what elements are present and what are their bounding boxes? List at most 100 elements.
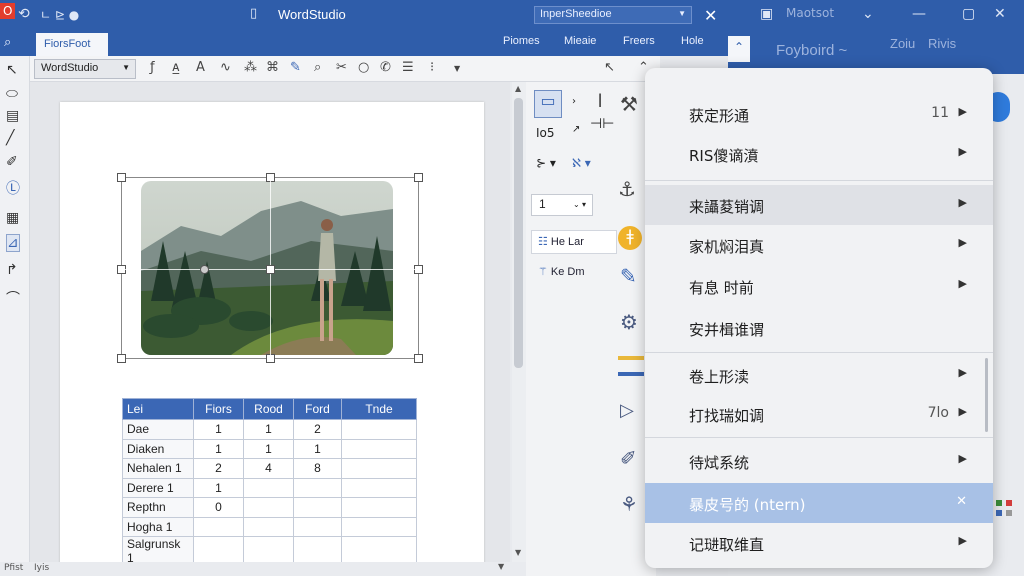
image-layout-icon[interactable]: ▭ <box>534 90 562 118</box>
image-selection-frame[interactable] <box>117 173 423 363</box>
tab-review[interactable]: Rivis <box>928 36 956 51</box>
resize-handle[interactable] <box>414 354 423 363</box>
table-row-label[interactable]: Dae <box>122 419 194 440</box>
font-color-icon[interactable]: A <box>196 60 205 75</box>
table-cell[interactable]: 8 <box>293 458 342 479</box>
select-icon[interactable]: ↖ <box>6 62 18 78</box>
draw-icon[interactable]: ✐ <box>6 154 18 170</box>
text-icon[interactable]: Ⓛ <box>6 178 20 198</box>
table-cell[interactable] <box>341 516 417 537</box>
table-cell[interactable] <box>341 419 417 440</box>
maximize-icon[interactable]: ▢ <box>962 6 975 22</box>
lasso-icon[interactable]: ○ <box>358 60 369 75</box>
pen-icon[interactable]: ✎ <box>290 60 301 75</box>
close-icon[interactable]: ✕ <box>956 494 967 509</box>
position-icon[interactable]: ⊣⊢ <box>590 116 614 132</box>
scroll-down-icon[interactable]: ▼ <box>498 562 504 571</box>
minimize-icon[interactable]: — <box>912 6 926 22</box>
scroll-down-icon[interactable]: ▼ <box>515 548 521 557</box>
table-cell[interactable] <box>243 497 294 518</box>
panel-button-1[interactable]: ☷ He Lar <box>531 230 617 254</box>
table-cell[interactable] <box>293 477 342 498</box>
table-cell[interactable]: 1 <box>193 477 244 498</box>
format-icon[interactable]: ⁂ <box>244 60 257 75</box>
table-header[interactable]: Tnde <box>341 398 417 420</box>
table-header[interactable]: Lei <box>122 398 194 420</box>
menu-item[interactable]: 获定形通 11 ▶ <box>645 94 993 134</box>
table-cell[interactable] <box>293 497 342 518</box>
line-weight-icon[interactable] <box>618 372 644 376</box>
menu-item[interactable]: 打找瑞如调 7lo ▶ <box>645 394 993 434</box>
table-cell[interactable]: 4 <box>243 458 294 479</box>
collapse-icon[interactable]: ⌃ <box>728 36 750 62</box>
size-spinner[interactable]: 1 ⌄ ▾ <box>531 194 593 216</box>
table-cell[interactable] <box>193 516 244 537</box>
pointer-icon[interactable]: ↖ <box>604 60 615 75</box>
play-icon[interactable]: ▷ <box>620 400 634 421</box>
picture-icon[interactable]: ▤ <box>6 108 19 124</box>
underline-icon[interactable]: ᴀ̲ <box>172 60 180 75</box>
resize-handle[interactable] <box>117 173 126 182</box>
line-icon[interactable]: ╱ <box>6 130 14 146</box>
chevron-down-icon[interactable]: ⌄ <box>862 6 874 22</box>
tab-keyboard[interactable]: Foyboird ~ <box>776 42 847 59</box>
table-cell[interactable] <box>293 516 342 537</box>
table-cell[interactable] <box>341 497 417 518</box>
curve-icon[interactable]: ⌒ <box>6 288 20 308</box>
anchor-icon[interactable]: ⚓ <box>618 177 636 201</box>
more-dropdown-icon[interactable]: ▼ <box>454 64 460 73</box>
menu-item-selected[interactable]: 暴皮号的 (ntern) ✕ <box>645 483 993 523</box>
table-cell[interactable]: 1 <box>193 438 244 459</box>
menu-item[interactable]: 安并楫谁谓 <box>645 308 993 348</box>
font-select[interactable]: WordStudio ▼ <box>34 59 136 79</box>
table-cell[interactable]: 2 <box>193 458 244 479</box>
menu-scrollbar[interactable] <box>985 358 988 432</box>
table-cell[interactable] <box>341 458 417 479</box>
link-icon[interactable]: ⌘ <box>266 60 279 75</box>
table-cell[interactable] <box>243 516 294 537</box>
search-dropdown-icon[interactable]: ▼ <box>678 9 686 18</box>
brush-icon[interactable]: ✐ <box>620 446 637 470</box>
search-icon[interactable]: ⌕ <box>4 34 11 50</box>
menu-item[interactable]: 有息 时前 ▶ <box>645 266 993 306</box>
table-cell[interactable]: 1 <box>193 419 244 440</box>
table-cell[interactable] <box>341 438 417 459</box>
comment-icon[interactable]: ✆ <box>380 60 391 75</box>
menu-item[interactable]: 记琎取维直 ▶ <box>645 523 993 563</box>
list-icon[interactable]: ⁝ <box>430 60 434 75</box>
zoom-icon[interactable]: ⌕ <box>314 60 321 75</box>
table-row-label[interactable]: Hogha 1 <box>122 516 194 537</box>
scissors-icon[interactable]: ✂ <box>336 60 347 75</box>
close-icon[interactable]: ✕ <box>704 6 717 25</box>
undo-icon[interactable]: ⟲ <box>18 6 30 22</box>
shape-icon[interactable]: ⬭ <box>6 86 18 102</box>
badge-icon[interactable]: ǂ <box>618 226 642 250</box>
tab-format[interactable]: Freers <box>623 35 655 47</box>
line-style-icon[interactable] <box>618 356 644 360</box>
hammer-icon[interactable]: ⚒ <box>620 92 638 116</box>
wrench-icon[interactable]: ⚙ <box>620 310 638 334</box>
resize-handle[interactable] <box>414 173 423 182</box>
table-cell[interactable] <box>341 477 417 498</box>
expand-icon[interactable]: ↗ <box>572 124 580 135</box>
quick-access-icons[interactable]: ㄴ ⊵ ● <box>40 6 79 23</box>
panel-button-2[interactable]: ⚚ Ke Dm <box>531 260 617 284</box>
rotate-handle[interactable] <box>200 265 209 274</box>
scroll-up-icon[interactable]: ▲ <box>515 84 521 93</box>
table-header[interactable]: Rood <box>243 398 294 420</box>
table-row-label[interactable]: Repthn <box>122 497 194 518</box>
scrollbar-thumb[interactable] <box>514 98 523 368</box>
chevron-down-icon[interactable]: ▼ <box>122 63 130 72</box>
chevron-down-icon[interactable]: ⌄ ▾ <box>573 200 586 209</box>
tab-help[interactable]: Hole <box>681 35 704 47</box>
menu-item[interactable]: 卷上形渎 ▶ <box>645 355 993 395</box>
crop-icon[interactable]: ⊱ ▾ <box>536 156 556 170</box>
chevron-right-icon[interactable]: › <box>572 96 576 107</box>
table-row-label[interactable]: Derere 1 <box>122 477 194 498</box>
table-cell[interactable]: 1 <box>293 438 342 459</box>
table-cell[interactable]: 1 <box>243 438 294 459</box>
menu-item[interactable]: 待烒系统 ▶ <box>645 441 993 481</box>
highlight-icon[interactable]: ∿ <box>220 60 231 75</box>
effect-icon[interactable]: ℵ ▾ <box>572 156 591 170</box>
center-handle[interactable] <box>266 265 275 274</box>
